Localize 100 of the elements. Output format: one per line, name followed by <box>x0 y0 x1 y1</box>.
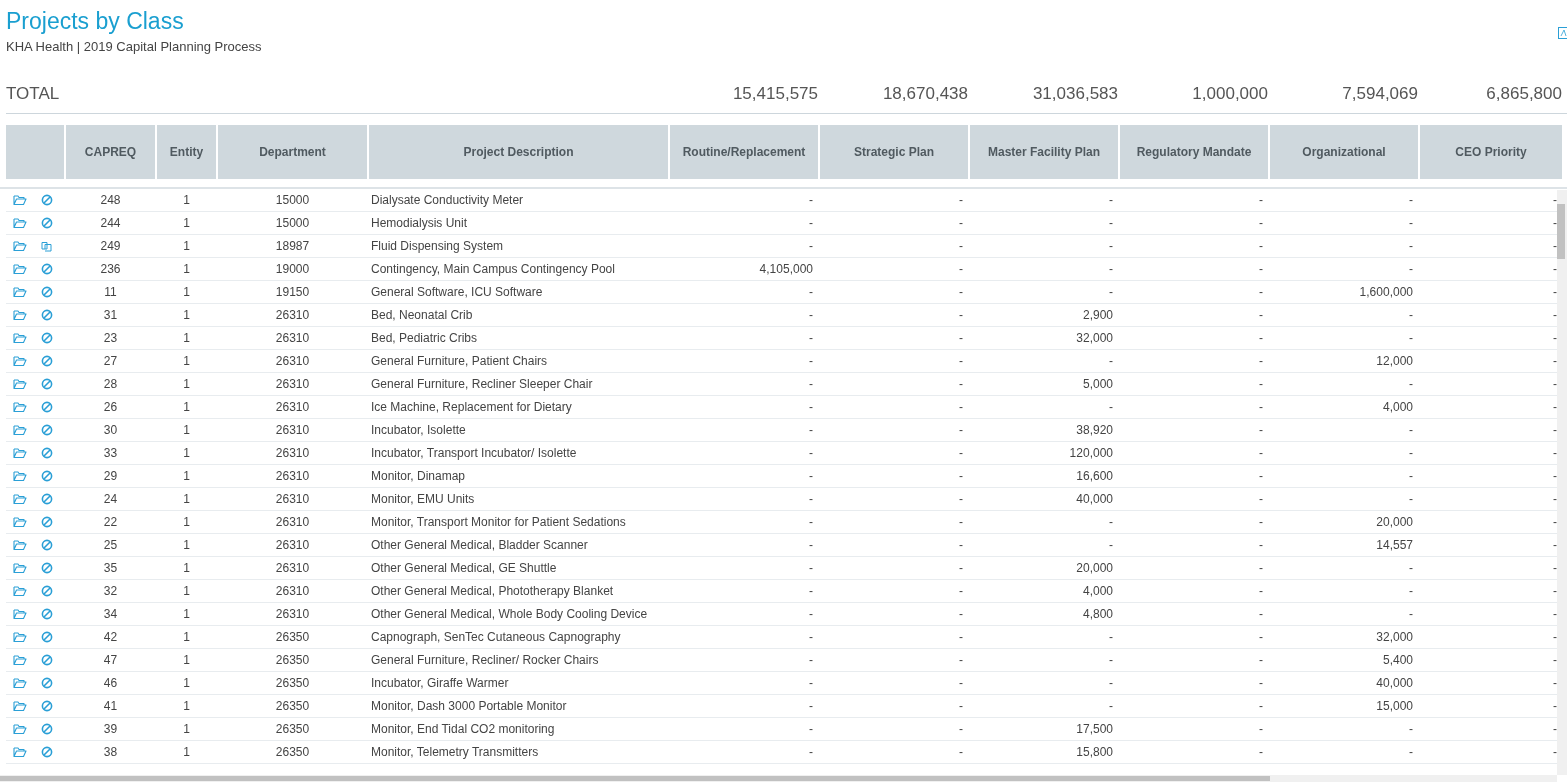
folder-icon[interactable] <box>13 700 27 712</box>
table-cell-text: 1 <box>182 630 191 644</box>
table-cell-text: 4,000 <box>1081 584 1114 598</box>
cancel-icon[interactable] <box>40 424 54 436</box>
folder-icon[interactable] <box>13 286 27 298</box>
folder-icon[interactable] <box>13 654 27 666</box>
folder-icon[interactable] <box>13 309 27 321</box>
folder-icon[interactable] <box>13 194 27 206</box>
cancel-icon[interactable] <box>40 585 54 597</box>
cancel-icon[interactable] <box>40 677 54 689</box>
cancel-icon[interactable] <box>40 631 54 643</box>
folder-icon[interactable] <box>13 263 27 275</box>
folder-icon[interactable] <box>13 217 27 229</box>
cancel-icon[interactable] <box>40 355 54 367</box>
table-cell-text: - <box>958 262 964 276</box>
table-cell-text: 26310 <box>274 400 311 414</box>
folder-icon[interactable] <box>13 332 27 344</box>
folder-icon[interactable] <box>13 539 27 551</box>
table-cell-text: - <box>1108 515 1114 529</box>
table-cell-text: 26310 <box>274 377 311 391</box>
folder-icon[interactable] <box>13 723 27 735</box>
folder-icon[interactable] <box>13 562 27 574</box>
cancel-icon[interactable] <box>40 470 54 482</box>
table-cell-text: Incubator, Isolette <box>370 423 467 437</box>
column-header[interactable]: Department <box>218 125 367 179</box>
cancel-icon[interactable] <box>40 493 54 505</box>
folder-icon[interactable] <box>13 470 27 482</box>
scrollbar[interactable] <box>1557 190 1567 775</box>
table-cell-text: 1 <box>182 699 191 713</box>
table-cell-text: 26 <box>102 400 119 414</box>
cancel-icon[interactable] <box>40 286 54 298</box>
folder-icon[interactable] <box>13 447 27 459</box>
folder-icon[interactable] <box>13 631 27 643</box>
cancel-icon[interactable] <box>40 516 54 528</box>
cancel-icon[interactable] <box>40 194 54 206</box>
table-cell-text: - <box>1108 193 1114 207</box>
table-cell-text: 11 <box>103 285 118 299</box>
horizontal-scrollbar[interactable] <box>0 775 1557 782</box>
table-cell-text: 1 <box>182 745 191 759</box>
table-cell-text: - <box>1552 400 1558 414</box>
table-cell-text: 5,000 <box>1081 377 1114 391</box>
table-cell-text: 1 <box>182 216 191 230</box>
column-header[interactable]: Master Facility Plan <box>970 125 1118 179</box>
table-cell-text: - <box>1258 285 1264 299</box>
table-cell-text: 244 <box>99 216 122 230</box>
table-cell-text: 1 <box>182 423 191 437</box>
column-header[interactable]: CEO Priority <box>1420 125 1562 179</box>
cancel-icon[interactable] <box>40 447 54 459</box>
table-cell-text: 1 <box>182 446 191 460</box>
table-cell-text: - <box>1108 216 1114 230</box>
cancel-icon[interactable] <box>40 309 54 321</box>
cancel-icon[interactable] <box>40 746 54 758</box>
cancel-icon[interactable] <box>40 401 54 413</box>
table-cell-text: 26310 <box>274 492 311 506</box>
table-cell-text: - <box>808 285 814 299</box>
cancel-icon[interactable] <box>40 608 54 620</box>
column-header[interactable]: Entity <box>157 125 216 179</box>
cancel-icon[interactable] <box>40 723 54 735</box>
table-cell-text: 1 <box>182 722 191 736</box>
cancel-icon[interactable] <box>40 700 54 712</box>
column-header[interactable]: Regulatory Mandate <box>1120 125 1268 179</box>
folder-icon[interactable] <box>13 746 27 758</box>
folder-icon[interactable] <box>13 378 27 390</box>
table-cell-text: - <box>1552 308 1558 322</box>
cancel-icon[interactable] <box>40 378 54 390</box>
folder-icon[interactable] <box>13 608 27 620</box>
table-cell-text: Dialysate Conductivity Meter <box>370 193 525 207</box>
cancel-icon[interactable] <box>40 562 54 574</box>
column-header[interactable]: CAPREQ <box>66 125 155 179</box>
table-cell-text: - <box>1258 216 1264 230</box>
folder-icon[interactable] <box>13 424 27 436</box>
cancel-icon[interactable] <box>40 332 54 344</box>
table-cell-text: 1,600,000 <box>1358 285 1414 299</box>
cancel-icon[interactable] <box>40 539 54 551</box>
column-header[interactable]: Strategic Plan <box>820 125 968 179</box>
table-cell-text: General Furniture, Recliner Sleeper Chair <box>370 377 594 391</box>
cancel-icon[interactable] <box>40 654 54 666</box>
folder-icon[interactable] <box>13 240 27 252</box>
table-cell-text: - <box>808 239 814 253</box>
folder-icon[interactable] <box>13 493 27 505</box>
column-header[interactable]: Organizational <box>1270 125 1418 179</box>
table-cell-text: 32,000 <box>1375 630 1414 644</box>
table-cell-text: - <box>958 469 964 483</box>
column-header[interactable]: Project Description <box>369 125 668 179</box>
folder-icon[interactable] <box>13 355 27 367</box>
folder-icon[interactable] <box>13 401 27 413</box>
cancel-icon[interactable] <box>40 217 54 229</box>
document-icon[interactable] <box>1558 27 1567 39</box>
cancel-icon[interactable] <box>40 263 54 275</box>
folder-icon[interactable] <box>13 585 27 597</box>
total-value: 7,594,069 <box>1341 84 1418 104</box>
table-cell-text: 26310 <box>274 331 311 345</box>
copy-icon[interactable] <box>40 240 54 252</box>
table-cell-text: - <box>1258 630 1264 644</box>
folder-icon[interactable] <box>13 677 27 689</box>
column-header[interactable]: Routine/Replacement <box>670 125 818 179</box>
table-cell-text: 1 <box>182 262 191 276</box>
table-cell-text: Monitor, Dinamap <box>370 469 467 483</box>
table-cell-text: - <box>1552 469 1558 483</box>
folder-icon[interactable] <box>13 516 27 528</box>
